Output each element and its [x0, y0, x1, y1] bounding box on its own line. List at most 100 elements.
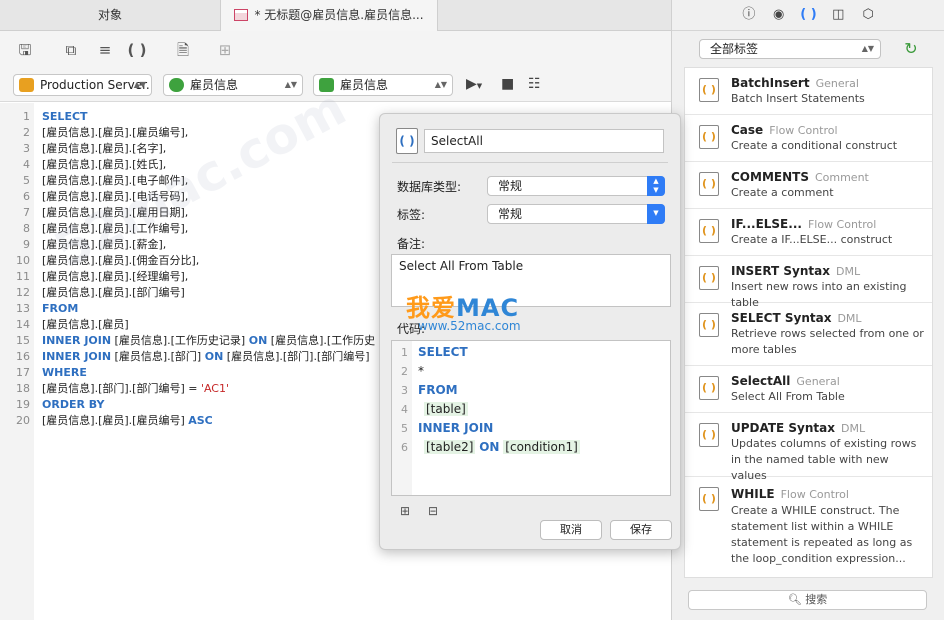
code-line: [雇员信息].[雇员].[电话号码],: [42, 190, 189, 203]
code-line: SELECT: [42, 110, 88, 123]
app-window: 对象 * 无标题@雇员信息.雇员信息... 🖫 ⧉ ≡ ( ) 🗎 ⊞ Prod…: [0, 0, 944, 620]
snippet-title-text: INSERT Syntax: [731, 264, 830, 278]
new-snippet-icon[interactable]: ↻: [900, 38, 922, 60]
code-line: INNER JOIN [雇员信息].[工作历史记录] ON [雇员信息].[工作…: [42, 333, 375, 349]
tag-label: 标签:: [397, 208, 426, 222]
chevron-updown-icon: ▲▼: [434, 80, 447, 89]
snippet-icon: ( ): [699, 313, 719, 337]
snippet-list: ( ) BatchInsert General Batch Insert Stat…: [684, 67, 933, 578]
snippet-category: DML: [841, 422, 866, 435]
list-item[interactable]: ( ) SELECT Syntax DML Retrieve rows selec…: [685, 303, 932, 366]
export-icon[interactable]: ⊞: [214, 39, 236, 61]
server-select[interactable]: Production Server... ▲▼: [13, 74, 152, 96]
database-select[interactable]: 雇员信息 ▲▼: [163, 74, 303, 96]
tab-query[interactable]: * 无标题@雇员信息.雇员信息...: [220, 0, 438, 31]
code-label: 代码:: [397, 322, 426, 336]
snippet-editor-popover: ( ) SelectAll 数据库类型: 常规 ▲ ▼ 标签: 常规 ▼ 备注: …: [379, 113, 681, 550]
line-number: 4: [23, 158, 30, 171]
snippet-category: Flow Control: [769, 124, 838, 137]
line-number: 8: [23, 222, 30, 235]
memo-label: 备注:: [397, 237, 426, 251]
run-icon[interactable]: ▶▼: [466, 76, 482, 92]
search-placeholder: 搜索: [805, 593, 828, 606]
watermark-logo: 我爱MAC: [406, 288, 519, 323]
placeholder-token[interactable]: [table2]: [424, 440, 476, 454]
panel-icon-bar: ⓘ ◉ ( ) ◫ ⬡: [672, 6, 944, 26]
database-icon: [169, 78, 184, 92]
code-line: [雇员信息].[雇员].[名字],: [42, 142, 167, 155]
code-line: [雇员信息].[部门].[部门编号] = 'AC1': [42, 381, 229, 397]
snippet-title-text: SELECT Syntax: [731, 311, 832, 325]
tab-query-label: * 无标题@雇员信息.雇员信息...: [254, 8, 424, 22]
list-item[interactable]: ( ) INSERT Syntax DML Insert new rows int…: [685, 256, 932, 309]
line-number: 19: [16, 398, 30, 411]
watermark-mac: MAC: [456, 294, 520, 322]
snippet-icon: ( ): [699, 125, 719, 149]
list-item[interactable]: ( ) BatchInsert General Batch Insert Stat…: [685, 68, 932, 115]
remove-placeholder-icon[interactable]: ⊟: [428, 504, 438, 518]
code-line: [雇员信息].[雇员].[电子邮件],: [42, 174, 189, 187]
code-text: [雇员信息].[部门].[部门编号]: [223, 350, 370, 363]
code-line: [雇员信息].[雇员].[经理编号],: [42, 270, 189, 283]
info-icon[interactable]: ⓘ: [739, 6, 759, 24]
snippet-name-field[interactable]: SelectAll: [424, 129, 664, 153]
chevron-updown-icon: ▲▼: [861, 44, 874, 53]
list-item[interactable]: ( ) Case Flow Control Create a conditiona…: [685, 115, 932, 162]
list-item[interactable]: ( ) IF...ELSE... Flow Control Create a IF…: [685, 209, 932, 256]
line-number: 20: [16, 414, 30, 427]
settings-icon[interactable]: ⬡: [858, 6, 878, 24]
snippet-panel: ⓘ ◉ ( ) ◫ ⬡ 全部标签 ▲▼ ↻ ( ) BatchInsert Gen…: [671, 0, 944, 620]
tab-objects[interactable]: 对象: [0, 0, 220, 31]
columns-icon[interactable]: ◫: [828, 6, 848, 24]
code-text: [雇员信息].[部门].[部门编号] =: [42, 382, 201, 395]
code-line: [雇员信息].[雇员].[雇用日期],: [42, 206, 189, 219]
list-item[interactable]: ( ) WHILE Flow Control Create a WHILE con…: [685, 477, 932, 565]
beautify-sql-icon[interactable]: ≡: [94, 39, 116, 61]
snippet-code-editor[interactable]: 1 2 3 4 5 6 SELECT * FROM [table] INNER …: [391, 340, 671, 496]
placeholder-token[interactable]: [condition1]: [503, 440, 580, 454]
code-line: FROM: [418, 383, 458, 397]
snippet-search-field[interactable]: 🔍︎ 搜索: [688, 590, 927, 610]
explain-icon[interactable]: ☷: [528, 76, 541, 92]
list-item[interactable]: ( ) UPDATE Syntax DML Updates columns of …: [685, 413, 932, 482]
code-text: [雇员信息].[雇员].[雇员编号]: [42, 414, 189, 427]
code-line: [雇员信息].[雇员].[薪金],: [42, 238, 167, 251]
code-snippet-icon[interactable]: ( ): [799, 6, 819, 24]
snippet-icon: ( ): [396, 128, 418, 154]
code-keyword: ASC: [188, 414, 213, 427]
tag-filter-select[interactable]: 全部标签 ▲▼: [699, 39, 881, 59]
code-snippet-icon[interactable]: ( ): [126, 39, 148, 61]
watermark-text: 我爱: [406, 294, 456, 322]
code-line: [雇员信息].[雇员].[雇员编号],: [42, 126, 189, 139]
eye-icon[interactable]: ◉: [769, 6, 789, 24]
code-line: ORDER BY: [42, 398, 105, 411]
tag-select[interactable]: 常规 ▼: [487, 204, 665, 224]
line-number: 6: [23, 190, 30, 203]
watermark-url: www.52mac.com: [418, 319, 521, 333]
list-item[interactable]: ( ) COMMENTS Comment Create a comment: [685, 162, 932, 209]
query-builder-icon[interactable]: ⧉: [60, 39, 82, 61]
save-button[interactable]: 保存: [610, 520, 672, 540]
snippet-description: Create a IF...ELSE... construct: [731, 233, 893, 246]
line-number: 5: [401, 422, 408, 435]
list-item[interactable]: ( ) SelectAll General Select All From Tab…: [685, 366, 932, 413]
line-number: 9: [23, 238, 30, 251]
save-icon[interactable]: 🖫: [14, 39, 36, 61]
placeholder-token[interactable]: [table]: [424, 402, 468, 416]
snippet-category: Flow Control: [780, 488, 849, 501]
snippet-icon: ( ): [699, 78, 719, 102]
line-number: 15: [16, 334, 30, 347]
add-placeholder-icon[interactable]: ⊞: [400, 504, 410, 518]
code-line: INNER JOIN [雇员信息].[部门] ON [雇员信息].[部门].[部…: [42, 349, 370, 365]
schema-select[interactable]: 雇员信息 ▲▼: [313, 74, 453, 96]
cancel-button[interactable]: 取消: [540, 520, 602, 540]
code-line: [雇员信息].[雇员].[工作编号],: [42, 222, 189, 235]
snippet-title: BatchInsert General: [731, 76, 859, 90]
snippet-category: DML: [837, 312, 862, 325]
code-line: [雇员信息].[雇员].[部门编号]: [42, 286, 185, 299]
tag-value: 常规: [498, 207, 523, 221]
text-file-icon[interactable]: 🗎: [172, 39, 194, 61]
stop-icon[interactable]: ■: [501, 76, 514, 92]
db-type-select[interactable]: 常规 ▲ ▼: [487, 176, 665, 196]
snippet-title: UPDATE Syntax DML: [731, 421, 865, 435]
